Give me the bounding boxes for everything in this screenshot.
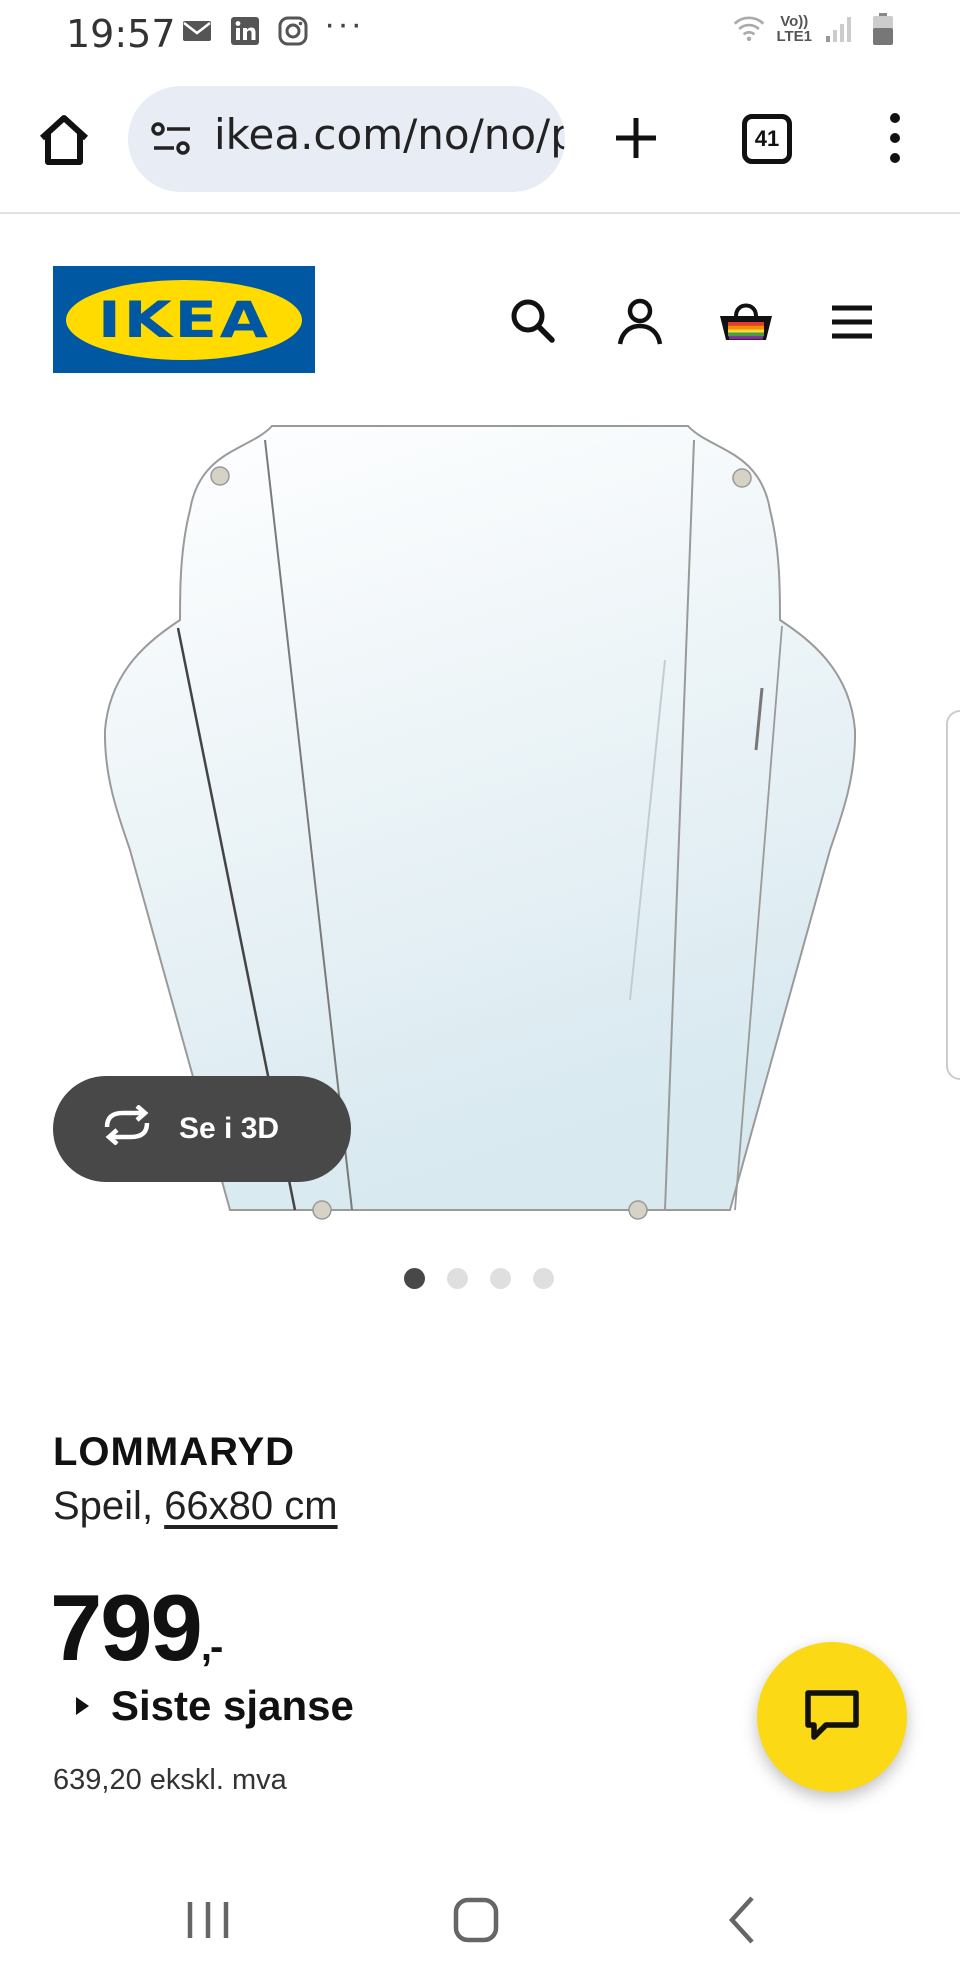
last-chance-label: Siste sjanse [111,1682,354,1729]
recent-apps-icon[interactable] [178,1890,238,1950]
instagram-icon [276,14,310,48]
site-header: IKEA [0,216,960,386]
battery-icon [866,12,900,46]
logo-text: IKEA [97,290,271,349]
account-icon[interactable] [612,294,668,350]
browser-menu-icon[interactable] [880,108,910,168]
expand-triangle-icon [76,1697,89,1715]
image-carousel-dots [404,1268,554,1289]
carousel-dot[interactable] [404,1268,425,1289]
search-icon[interactable] [505,294,561,350]
mail-icon [180,14,214,48]
home-nav-icon[interactable] [446,1890,506,1950]
notification-icons: ··· [180,5,364,48]
system-icons: Vo)) LTE1 [732,12,900,46]
status-time: 19:57 [66,12,176,56]
price-suffix: ,- [200,1625,223,1669]
basket-icon[interactable] [716,294,772,350]
browser-toolbar: ikea.com/no/no/p 41 [0,66,960,214]
ikea-logo[interactable]: IKEA [53,266,315,373]
url-text[interactable]: ikea.com/no/no/p [214,110,565,159]
linkedin-icon [228,14,262,48]
side-drawer-handle[interactable] [946,710,960,1080]
carousel-dot[interactable] [447,1268,468,1289]
view-in-3d-button[interactable]: Se i 3D [53,1076,351,1182]
status-bar: 19:57 ··· Vo)) LTE1 [0,0,960,66]
last-chance-badge[interactable]: Siste sjanse [76,1682,354,1730]
tab-switcher-button[interactable]: 41 [742,114,792,164]
site-settings-icon[interactable] [150,120,194,158]
rotate-3d-icon [99,1104,155,1153]
product-price: 799,- [50,1574,223,1682]
view-in-3d-label: Se i 3D [179,1112,280,1145]
price-ex-vat: 639,20 ekskl. mva [53,1764,287,1796]
home-icon[interactable] [34,110,94,170]
system-navigation-bar [0,1860,960,1973]
more-notifications-indicator: ··· [324,4,364,43]
new-tab-icon[interactable] [606,108,666,168]
carousel-dot[interactable] [533,1268,554,1289]
chat-icon [802,1687,862,1748]
back-icon[interactable] [714,1890,774,1950]
hamburger-menu-icon[interactable] [824,294,880,350]
address-bar[interactable]: ikea.com/no/no/p [128,86,565,192]
product-name: LOMMARYD [53,1430,296,1474]
signal-icon [822,12,856,46]
price-value: 799 [50,1575,203,1680]
product-size-link[interactable]: 66x80 cm [164,1484,337,1528]
product-description: Speil, 66x80 cm [53,1484,338,1529]
wifi-icon [732,12,766,46]
network-type-label: Vo)) LTE1 [776,13,812,45]
chat-button[interactable] [757,1642,907,1792]
tab-count: 41 [754,126,780,151]
product-type: Speil, [53,1484,154,1528]
carousel-dot[interactable] [490,1268,511,1289]
